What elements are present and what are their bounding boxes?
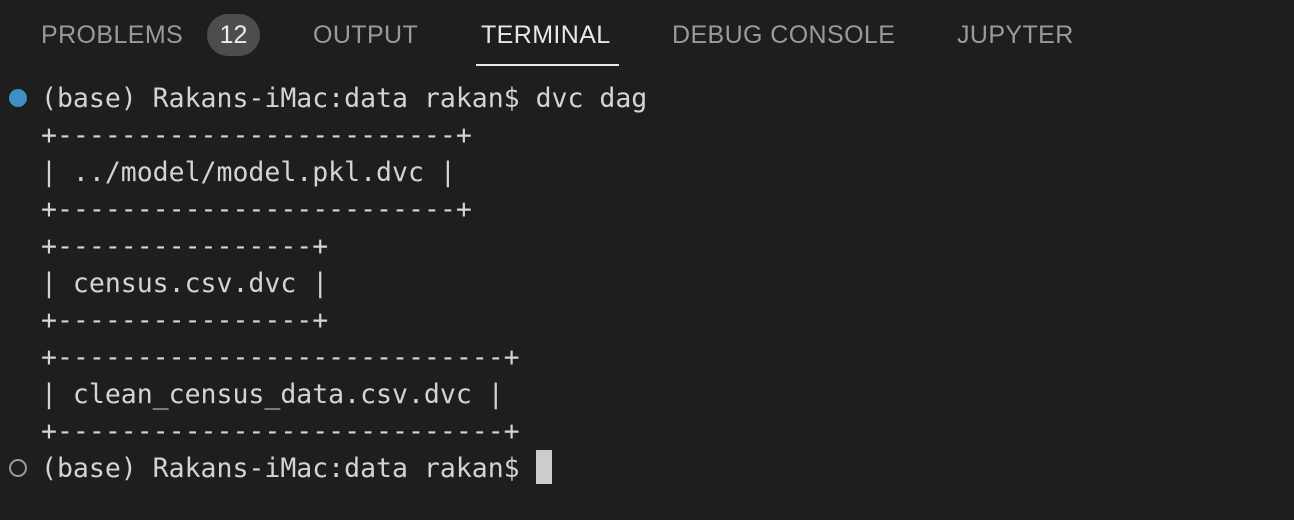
tab-jupyter[interactable]: JUPYTER [957, 17, 1074, 53]
terminal-line: | clean_census_data.csv.dvc | [41, 379, 504, 410]
terminal-line: (base) Rakans-iMac:data rakan$ dvc dag [41, 83, 648, 114]
terminal-prompt-line: (base) Rakans-iMac:data rakan$ [41, 450, 647, 487]
terminal-line: | ../model/model.pkl.dvc | [41, 157, 456, 188]
terminal-line: +-------------------------+ [41, 194, 472, 225]
terminal-panel: PROBLEMS 12 OUTPUT TERMINAL DEBUG CONSOL… [0, 0, 1294, 520]
command-success-decoration-icon[interactable] [9, 89, 27, 107]
tab-output[interactable]: OUTPUT [313, 17, 418, 53]
terminal-line: +-------------------------+ [41, 120, 472, 151]
terminal-line: +----------------+ [41, 305, 329, 336]
terminal-line: +----------------------------+ [41, 416, 520, 447]
terminal-line: | census.csv.dvc | [41, 268, 329, 299]
terminal-cursor [535, 450, 552, 484]
tab-problems[interactable]: PROBLEMS [41, 17, 183, 53]
problems-count-badge: 12 [207, 14, 260, 56]
terminal-output[interactable]: (base) Rakans-iMac:data rakan$ dvc dag +… [41, 80, 647, 487]
terminal-line: +----------------------------+ [41, 342, 520, 373]
panel-tab-bar: PROBLEMS 12 OUTPUT TERMINAL DEBUG CONSOL… [0, 0, 1294, 70]
active-tab-indicator [476, 64, 619, 66]
terminal-prompt: (base) Rakans-iMac:data rakan$ [41, 453, 520, 484]
tab-terminal[interactable]: TERMINAL [481, 17, 611, 53]
command-pending-decoration-icon[interactable] [9, 459, 27, 477]
tab-debug-console[interactable]: DEBUG CONSOLE [672, 17, 895, 53]
terminal-line: +----------------+ [41, 231, 329, 262]
